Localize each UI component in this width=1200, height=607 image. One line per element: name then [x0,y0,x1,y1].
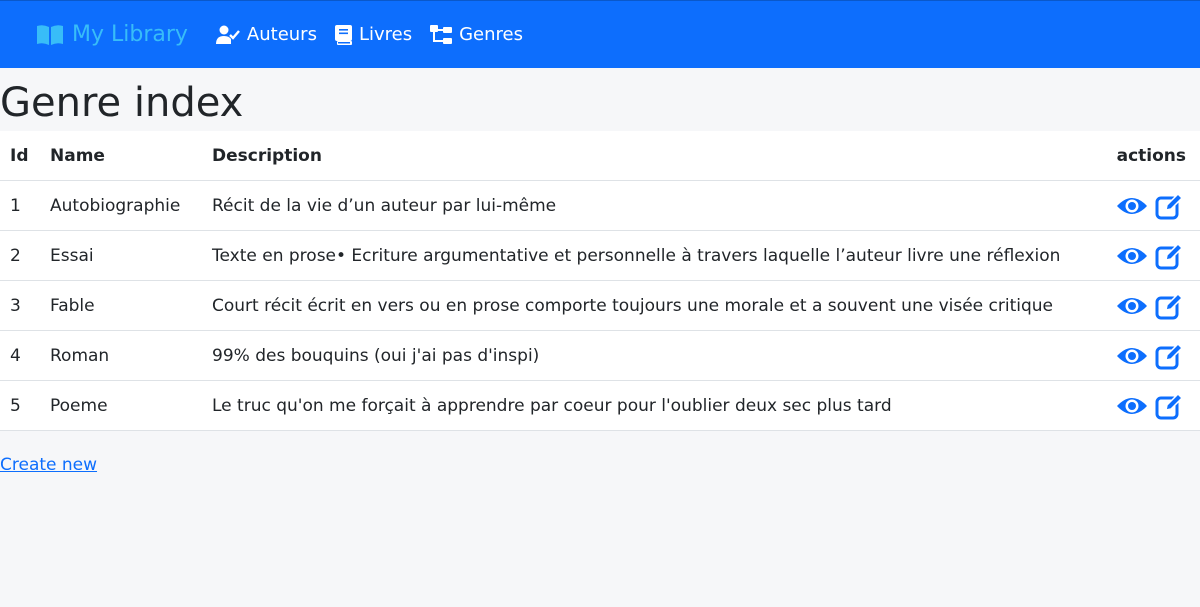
cell-id: 3 [0,280,40,331]
eye-icon [1117,247,1147,264]
eye-icon [1117,197,1147,214]
cell-name: Poeme [40,380,202,431]
genre-table: Id Name Description actions 1 Autobiogra… [0,131,1200,431]
cell-description: 99% des bouquins (oui j'ai pas d'inspi) [202,330,1096,381]
eye-icon [1117,397,1147,414]
cell-name: Essai [40,230,202,281]
view-button[interactable] [1116,290,1148,322]
edit-icon [1155,242,1184,269]
sitemap-icon [430,24,453,44]
navbar: My Library Auteurs Livres Genres [0,0,1200,68]
edit-icon [1155,342,1184,369]
cell-description: Texte en prose• Ecriture argumentative e… [202,230,1096,281]
nav-label-auteurs: Auteurs [246,24,317,45]
table-header-row: Id Name Description actions [0,131,1200,181]
eye-icon [1117,297,1147,314]
book-open-icon [37,24,63,45]
cell-actions [1096,180,1200,231]
page-title: Genre index [0,80,244,126]
edit-icon [1155,192,1184,219]
cell-id: 2 [0,230,40,281]
cell-actions [1096,380,1200,431]
row-actions [1106,290,1186,322]
view-button[interactable] [1116,390,1148,422]
nav-link-genres[interactable]: Genres [430,24,523,45]
nav-label-livres: Livres [358,24,413,45]
edit-icon [1155,292,1184,319]
brand-label: My Library [72,22,188,47]
row-actions [1106,190,1186,222]
row-actions [1106,340,1186,372]
view-button[interactable] [1116,190,1148,222]
nav-link-auteurs[interactable]: Auteurs [215,24,317,45]
cell-id: 4 [0,330,40,381]
edit-button[interactable] [1154,240,1186,272]
table-body: 1 Autobiographie Récit de la vie d’un au… [0,180,1200,431]
brand-link[interactable]: My Library [36,22,188,47]
cell-description: Court récit écrit en vers ou en prose co… [202,280,1096,331]
edit-button[interactable] [1154,190,1186,222]
nav-label-genres: Genres [459,24,523,45]
cell-id: 1 [0,180,40,231]
edit-button[interactable] [1154,290,1186,322]
user-check-icon [215,25,240,44]
cell-actions [1096,230,1200,281]
row-actions [1106,240,1186,272]
view-button[interactable] [1116,240,1148,272]
table-row: 1 Autobiographie Récit de la vie d’un au… [0,180,1200,231]
cell-description: Récit de la vie d’un auteur par lui-même [202,180,1096,231]
table-row: 5 Poeme Le truc qu'on me forçait à appre… [0,380,1200,431]
eye-icon [1117,347,1147,364]
book-icon [334,24,352,45]
cell-id: 5 [0,380,40,431]
row-actions [1106,390,1186,422]
column-header-actions: actions [1096,131,1200,181]
cell-actions [1096,280,1200,331]
cell-name: Fable [40,280,202,331]
table-row: 4 Roman 99% des bouquins (oui j'ai pas d… [0,330,1200,381]
column-header-id: Id [0,131,40,181]
cell-name: Roman [40,330,202,381]
create-new-link[interactable]: Create new [0,455,97,475]
column-header-name: Name [40,131,202,181]
view-button[interactable] [1116,340,1148,372]
cell-actions [1096,330,1200,381]
table-row: 3 Fable Court récit écrit en vers ou en … [0,280,1200,331]
cell-name: Autobiographie [40,180,202,231]
table-row: 2 Essai Texte en prose• Ecriture argumen… [0,230,1200,281]
column-header-description: Description [202,131,1096,181]
nav-link-livres[interactable]: Livres [334,24,413,45]
edit-icon [1155,392,1184,419]
cell-description: Le truc qu'on me forçait à apprendre par… [202,380,1096,431]
edit-button[interactable] [1154,390,1186,422]
edit-button[interactable] [1154,340,1186,372]
